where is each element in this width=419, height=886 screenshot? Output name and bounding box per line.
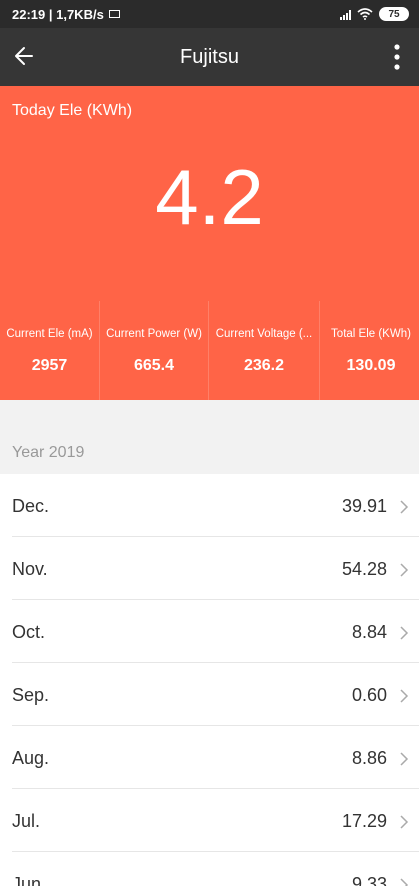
more-menu-icon[interactable] <box>385 41 409 73</box>
status-left: 22:19 | 1,7KB/s <box>12 7 120 22</box>
stat-value: 2957 <box>31 357 68 374</box>
page-title: Fujitsu <box>180 46 239 68</box>
wifi-icon <box>357 8 373 20</box>
month-row-nov[interactable]: Nov. 54.28 <box>12 537 419 600</box>
battery-icon: 75 <box>379 7 409 21</box>
month-row-sep[interactable]: Sep. 0.60 <box>12 663 419 726</box>
mail-icon <box>108 10 120 18</box>
stat-total-ele: Total Ele (KWh) 130.09 <box>320 301 419 400</box>
stat-label: Total Ele (KWh) <box>331 328 411 340</box>
status-right: 75 <box>340 7 409 21</box>
month-value: 39.91 <box>341 496 387 516</box>
year-title: Year 2019 <box>12 444 85 461</box>
status-bar: 22:19 | 1,7KB/s 75 <box>0 0 419 28</box>
month-value: 54.28 <box>341 559 387 579</box>
chevron-right-icon <box>400 689 409 703</box>
year-section-header: Year 2019 <box>0 400 419 474</box>
today-energy-value: 4.2 <box>155 153 264 241</box>
month-row-oct[interactable]: Oct. 8.84 <box>12 600 419 663</box>
month-value: 8.86 <box>351 748 387 768</box>
chevron-right-icon <box>400 563 409 577</box>
chevron-right-icon <box>400 815 409 829</box>
stat-current-power: Current Power (W) 665.4 <box>100 301 209 400</box>
stat-current-voltage: Current Voltage (... 236.2 <box>209 301 320 400</box>
month-label: Jun. <box>12 874 47 886</box>
status-time-info: 22:19 | 1,7KB/s <box>12 6 104 22</box>
chevron-right-icon <box>400 752 409 766</box>
stat-value: 130.09 <box>346 357 396 374</box>
month-value: 17.29 <box>341 811 387 831</box>
month-label: Jul. <box>12 811 41 831</box>
today-energy-panel: Today Ele (KWh) 4.2 <box>0 86 419 301</box>
stat-label: Current Voltage (... <box>215 328 313 340</box>
app-bar: Fujitsu <box>0 28 419 86</box>
month-label: Dec. <box>12 496 50 516</box>
chevron-right-icon <box>400 626 409 640</box>
today-energy-label: Today Ele (KWh) <box>12 102 133 119</box>
month-label: Aug. <box>12 748 50 768</box>
stat-current-ele: Current Ele (mA) 2957 <box>0 301 100 400</box>
month-row-jun[interactable]: Jun. 9.33 <box>12 852 419 886</box>
monthly-list: Dec. 39.91 Nov. 54.28 Oct. 8.84 Sep. 0.6… <box>0 474 419 886</box>
month-value: 8.84 <box>351 622 387 642</box>
stat-label: Current Ele (mA) <box>6 328 93 340</box>
month-row-dec[interactable]: Dec. 39.91 <box>12 474 419 537</box>
stat-value: 236.2 <box>243 357 285 374</box>
chevron-right-icon <box>400 878 409 886</box>
month-row-aug[interactable]: Aug. 8.86 <box>12 726 419 789</box>
chevron-right-icon <box>400 500 409 514</box>
stats-row: Current Ele (mA) 2957 Current Power (W) … <box>0 301 419 400</box>
stat-value: 665.4 <box>133 357 175 374</box>
month-value: 0.60 <box>351 685 387 705</box>
month-value: 9.33 <box>351 874 387 886</box>
month-row-jul[interactable]: Jul. 17.29 <box>12 789 419 852</box>
signal-icon <box>340 9 351 20</box>
month-label: Sep. <box>12 685 50 705</box>
stat-label: Current Power (W) <box>106 328 202 340</box>
month-label: Nov. <box>12 559 48 579</box>
month-label: Oct. <box>12 622 46 642</box>
